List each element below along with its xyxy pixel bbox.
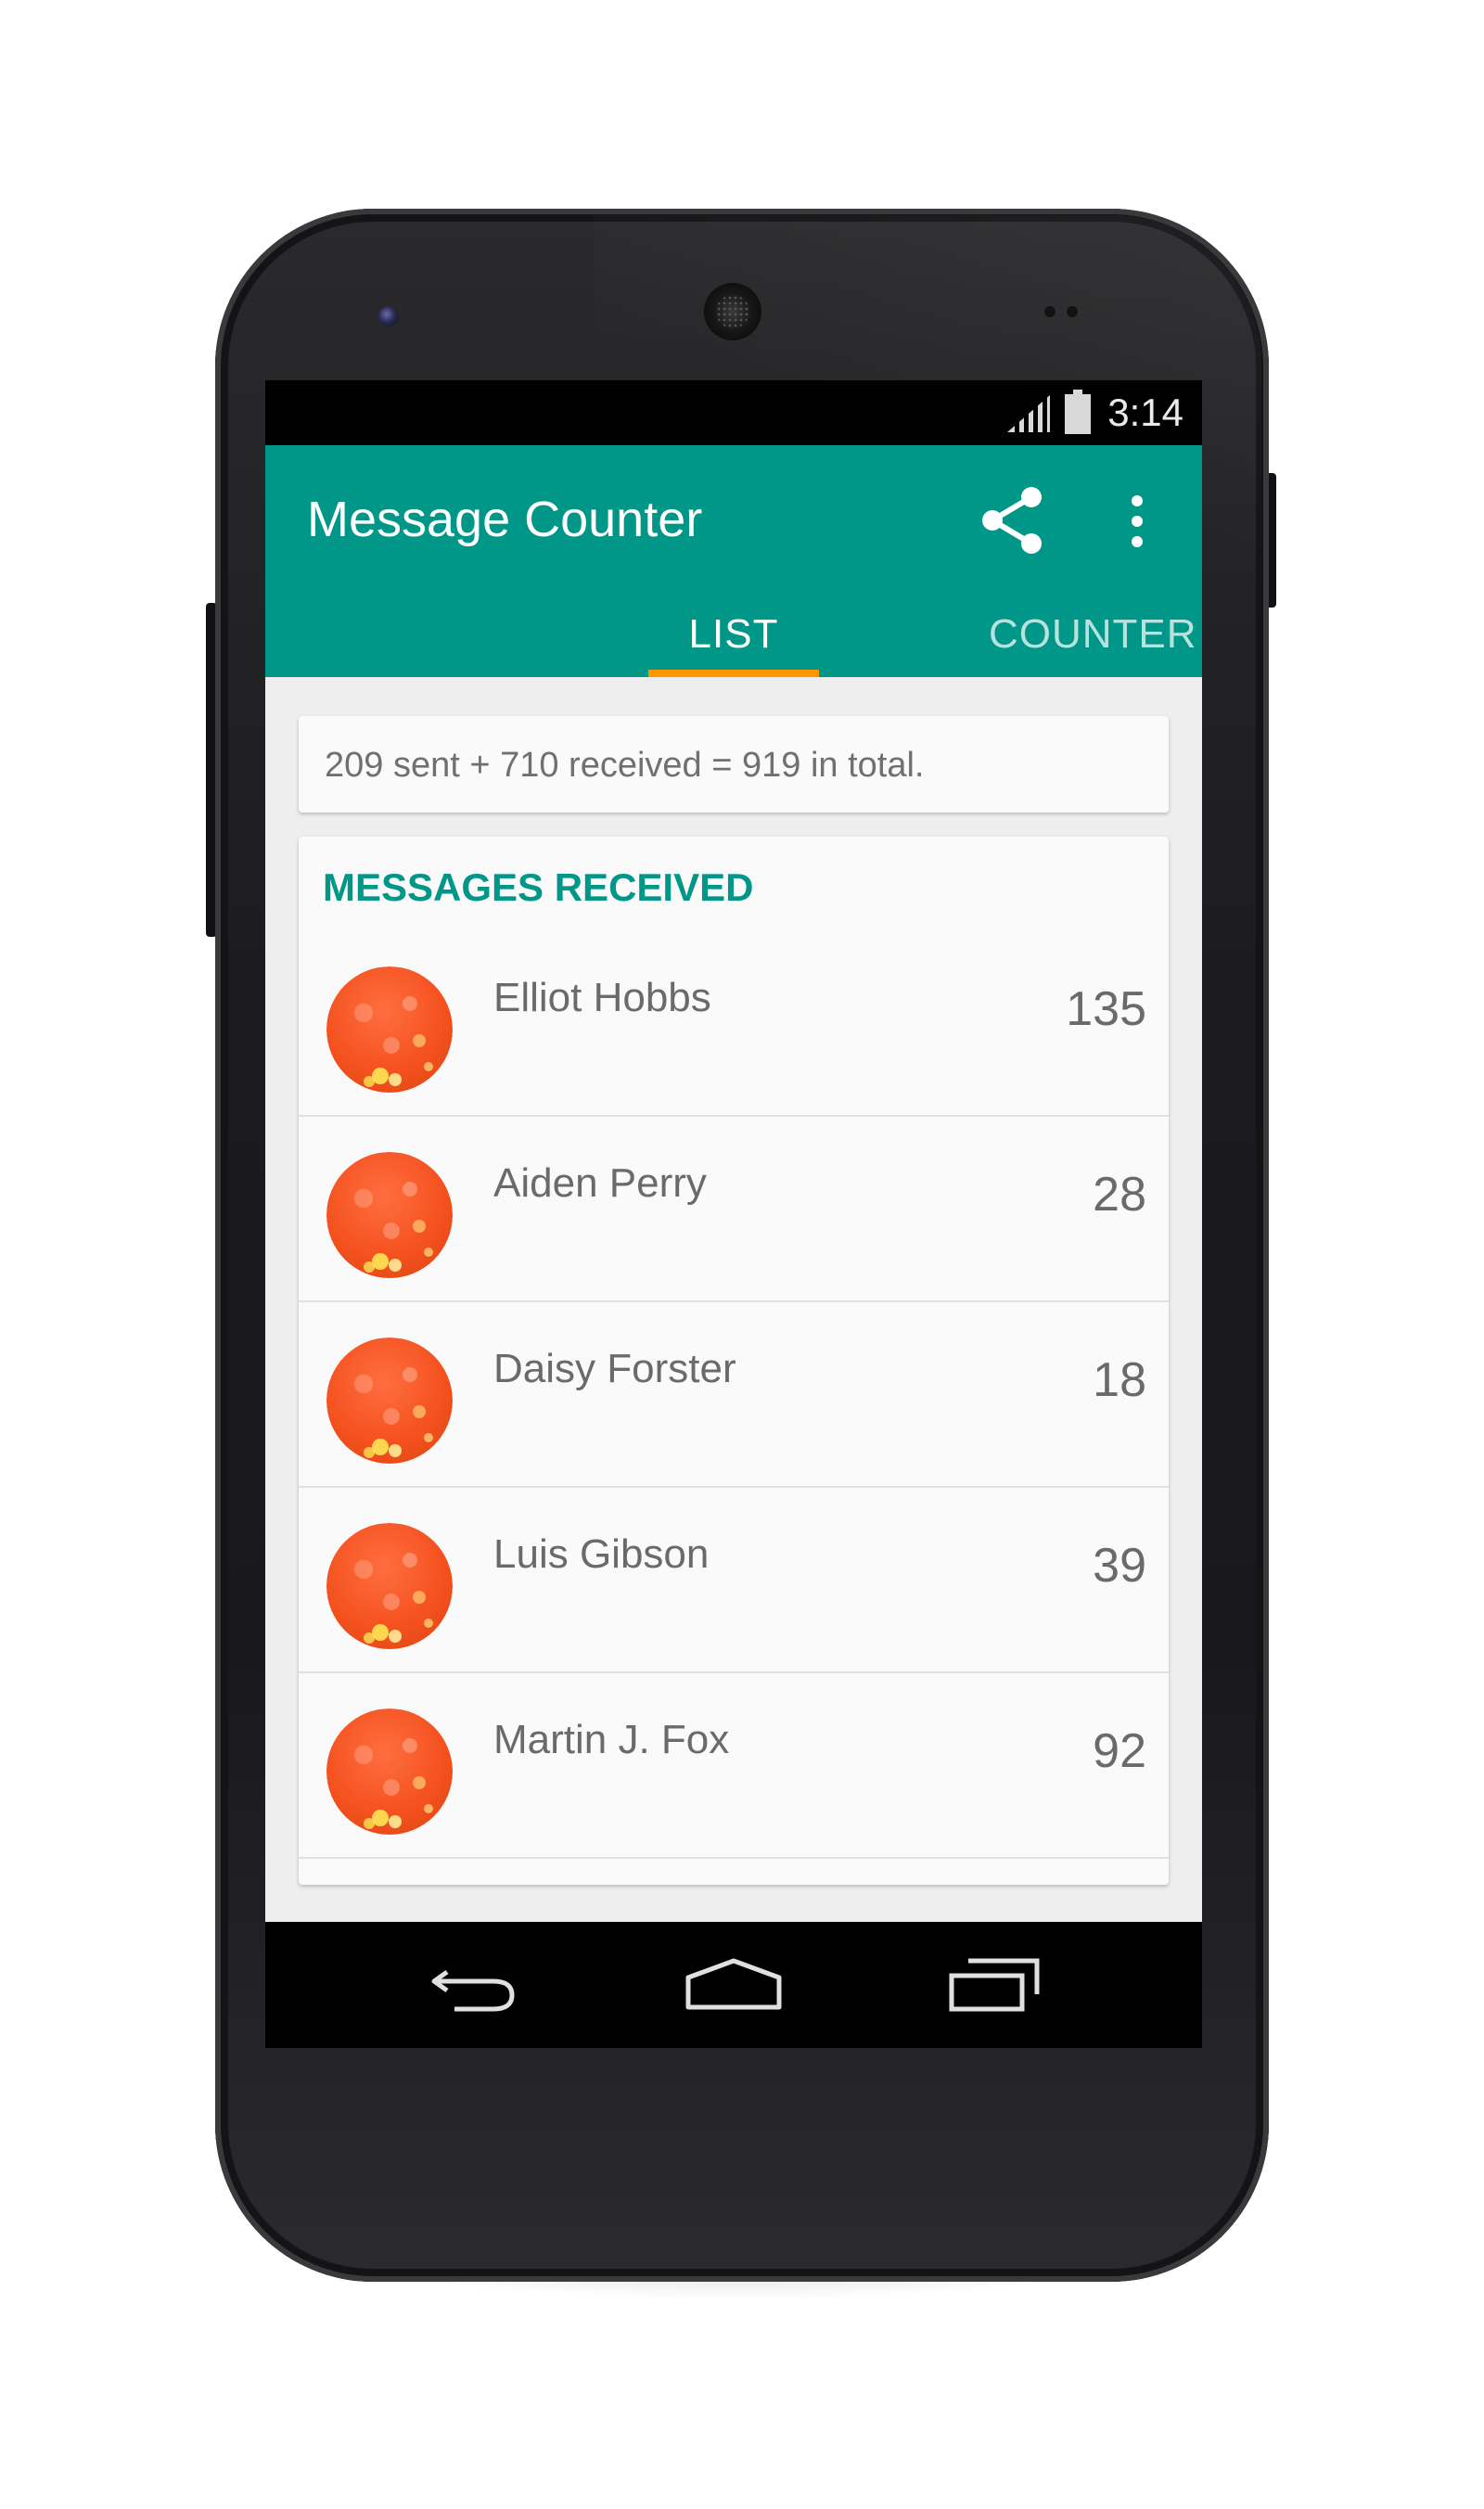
summary-card: 209 sent + 710 received = 919 in total.: [299, 716, 1169, 813]
back-icon[interactable]: [429, 1959, 518, 2015]
message-count: 39: [1093, 1539, 1146, 1593]
content-area[interactable]: 209 sent + 710 received = 919 in total. …: [265, 677, 1202, 1922]
app-title: Message Counter: [307, 492, 703, 547]
contact-name: Elliot Hobbs: [493, 975, 711, 1020]
contact-name: Aiden Perry: [493, 1160, 707, 1206]
section-header: MESSAGES RECEIVED: [323, 865, 754, 909]
avatar: [326, 1523, 453, 1649]
message-count: 92: [1093, 1724, 1146, 1778]
sensor-dot: [1044, 306, 1055, 317]
sensor-dot: [1067, 306, 1078, 317]
list-item[interactable]: Aiden Perry 28: [299, 1115, 1169, 1302]
avatar: [326, 1338, 453, 1464]
navigation-bar: [265, 1922, 1202, 2048]
overflow-menu-icon[interactable]: [1128, 493, 1146, 549]
signal-icon: [1007, 395, 1050, 432]
battery-icon: [1065, 390, 1091, 434]
home-icon[interactable]: [684, 1957, 783, 2013]
avatar: [326, 1709, 453, 1835]
status-time: 3:14: [1107, 390, 1183, 434]
message-count: 135: [1066, 982, 1146, 1036]
summary-text: 209 sent + 710 received = 919 in total.: [325, 746, 925, 785]
message-count: 18: [1093, 1353, 1146, 1407]
list-item[interactable]: Luis Gibson 39: [299, 1486, 1169, 1673]
contact-name: Daisy Forster: [493, 1346, 736, 1391]
share-icon[interactable]: [979, 486, 1044, 555]
tab-indicator: [648, 670, 819, 677]
list-item[interactable]: Elliot Hobbs 135: [299, 929, 1169, 1117]
messages-received-card: MESSAGES RECEIVED Elliot Hobbs 135 Aiden…: [299, 837, 1169, 1885]
status-bar: 3:14: [265, 380, 1202, 445]
app-bar: Message Counter LIST COUNTER: [265, 445, 1202, 677]
stage: 3:14 Message Counter LIST COUNTER 209 se…: [0, 0, 1484, 2509]
avatar: [326, 966, 453, 1093]
contact-name: Luis Gibson: [493, 1531, 710, 1577]
tab-list[interactable]: LIST: [648, 610, 819, 677]
list-item[interactable]: Martin J. Fox 92: [299, 1671, 1169, 1859]
message-count: 28: [1093, 1168, 1146, 1222]
avatar: [326, 1152, 453, 1278]
front-camera-icon: [378, 306, 399, 326]
earpiece-speaker-icon: [707, 286, 759, 338]
contact-name: Martin J. Fox: [493, 1717, 730, 1762]
list-item[interactable]: Daisy Forster 18: [299, 1300, 1169, 1488]
screen: 3:14 Message Counter LIST COUNTER 209 se…: [265, 380, 1202, 2048]
recents-icon[interactable]: [948, 1957, 1041, 2013]
tab-counter[interactable]: COUNTER: [989, 610, 1202, 677]
